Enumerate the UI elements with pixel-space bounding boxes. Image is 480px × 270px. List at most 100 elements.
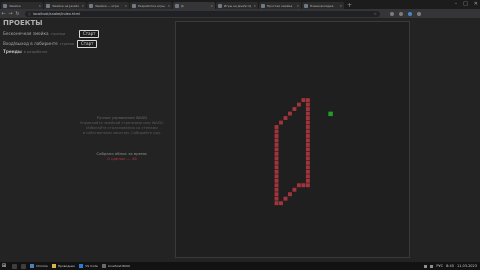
snake-segment <box>305 98 310 103</box>
tab-title: Змейка <box>9 3 21 8</box>
snake-segment <box>288 111 292 116</box>
window-controls: – □ ✕ <box>455 1 478 7</box>
snake-segment <box>305 102 310 107</box>
chrome-icon <box>30 264 34 268</box>
snake-segment <box>274 201 279 206</box>
snake-segment <box>305 111 310 116</box>
score-panel: Собрано яблок за время: 0 сделок — 46 <box>72 151 172 161</box>
profile-avatar-icon[interactable] <box>408 11 412 16</box>
browser-tab[interactable]: Простая змейка ✕ <box>259 2 301 9</box>
control-hint: стрелки <box>59 41 75 46</box>
extension-icon[interactable] <box>390 11 394 16</box>
snake-segment <box>274 147 279 152</box>
snake-segment <box>274 192 279 197</box>
snake-segment <box>305 183 310 188</box>
snake-segment <box>274 160 279 165</box>
browser-tab[interactable]: Змейка — игра ✕ <box>87 2 129 9</box>
taskbar-app-vscode[interactable]: VS Code <box>79 264 98 268</box>
snake-segment <box>305 147 310 152</box>
network-icon[interactable] <box>424 264 428 268</box>
tab-favicon-icon <box>89 3 93 8</box>
window-icon <box>101 264 106 268</box>
snake-segment <box>296 102 301 107</box>
start-button-maze[interactable]: Старт <box>77 40 98 48</box>
start-menu-icon[interactable]: ⊞ <box>0 263 8 269</box>
bookmark-star-icon[interactable]: ☆ <box>373 11 377 16</box>
url-input[interactable]: ⓘ localhost/snake/index.html ☆ <box>25 10 380 17</box>
food-apple <box>328 111 333 117</box>
browser-tab[interactable]: Разработка игры ✕ <box>130 2 172 9</box>
close-window-icon[interactable]: ✕ <box>474 1 478 7</box>
maximize-icon[interactable]: □ <box>463 1 468 7</box>
snake-segment <box>305 116 310 120</box>
snake-segment <box>305 129 310 134</box>
tab-close-icon[interactable]: ✕ <box>124 4 127 8</box>
control-row-infinite: Бесконечная змейка стрелки <box>3 31 65 36</box>
tab-close-icon[interactable]: ✕ <box>253 4 256 8</box>
browser-tab[interactable]: Змейка на JavaScript✕ <box>44 2 86 9</box>
snake-segment <box>305 178 310 183</box>
back-icon[interactable]: ← <box>0 11 7 17</box>
tab-close-icon[interactable]: ✕ <box>81 4 84 8</box>
control-hint: стрелки <box>50 31 66 36</box>
tab-close-icon[interactable]: ✕ <box>210 4 213 8</box>
tab-strip: Змейка✕Змейка на JavaScript✕Змейка — игр… <box>0 0 480 9</box>
snake-segment <box>305 174 310 179</box>
snake-segment <box>288 192 292 197</box>
volume-icon[interactable] <box>430 264 434 268</box>
clock-date[interactable]: 11.03.2023 <box>457 264 477 268</box>
tab-title: Игры на JavaScript <box>224 3 252 8</box>
instructions-line: и собственным хвостом. Собирайте еду. <box>82 131 162 135</box>
page-title: ПРОЕКТЫ <box>3 19 43 27</box>
tab-close-icon[interactable]: ✕ <box>339 4 342 8</box>
menu-dots-icon[interactable] <box>417 11 421 16</box>
tab-favicon-icon <box>261 3 265 8</box>
minimize-icon[interactable]: – <box>455 1 458 7</box>
tab-title: Змейка — игра <box>95 3 119 8</box>
game-canvas <box>274 98 333 206</box>
browser-tab[interactable]: JS ✕ <box>173 2 215 9</box>
tab-close-icon[interactable]: ✕ <box>38 4 41 8</box>
new-tab-icon[interactable]: + <box>347 2 352 9</box>
control-label: Бесконечная змейка <box>3 31 49 36</box>
language-indicator[interactable]: РУС <box>436 264 443 268</box>
tab-title: Змейка на JavaScript <box>52 3 79 8</box>
game-board[interactable] <box>175 21 410 258</box>
snake-segment <box>274 187 279 192</box>
snake-segment <box>274 142 279 147</box>
clock-time[interactable]: 8:45 <box>446 264 454 268</box>
forward-icon[interactable]: → <box>7 11 14 17</box>
snake-segment <box>305 107 310 112</box>
snake-segment <box>274 196 279 201</box>
control-row-maze: Вход/выход в лабиринте стрелки <box>3 41 74 46</box>
taskbar-app-chrome[interactable]: Chrome <box>30 264 48 268</box>
snake-segment <box>274 169 279 174</box>
tab-close-icon[interactable]: ✕ <box>296 4 299 8</box>
tab-close-icon[interactable]: ✕ <box>167 4 170 8</box>
tab-title: Простая змейка <box>267 3 293 8</box>
control-label: Тренды <box>3 49 22 54</box>
control-label: Вход/выход в лабиринте <box>3 41 58 46</box>
reload-icon[interactable]: ↻ <box>14 11 21 17</box>
snake-segment <box>274 165 279 170</box>
puzzle-icon[interactable] <box>399 11 403 16</box>
snake-segment <box>305 142 310 147</box>
tab-title: Новая вкладка <box>310 3 334 8</box>
start-button-infinite[interactable]: Старт <box>79 30 100 38</box>
snake-segment <box>305 156 310 161</box>
search-icon[interactable] <box>12 263 17 269</box>
snake-segment <box>292 187 297 192</box>
task-view-icon[interactable] <box>21 263 26 269</box>
info-icon[interactable]: ⓘ <box>28 12 31 16</box>
browser-tab[interactable]: Змейка ✕ <box>1 2 43 9</box>
snake-segment <box>274 174 279 179</box>
taskbar-app-explorer[interactable]: Проводник <box>51 264 75 268</box>
tab-favicon-icon <box>218 3 222 8</box>
taskbar-app-local[interactable]: localhost:8000 <box>101 264 130 268</box>
snake-segment <box>279 201 283 206</box>
tab-title: Разработка игры <box>138 3 165 8</box>
browser-tab[interactable]: Новая вкладка ✕ <box>302 2 344 9</box>
browser-tab[interactable]: Игры на JavaScript ✕ <box>216 2 258 9</box>
snake-segment <box>301 183 306 188</box>
snake-segment <box>305 169 310 174</box>
